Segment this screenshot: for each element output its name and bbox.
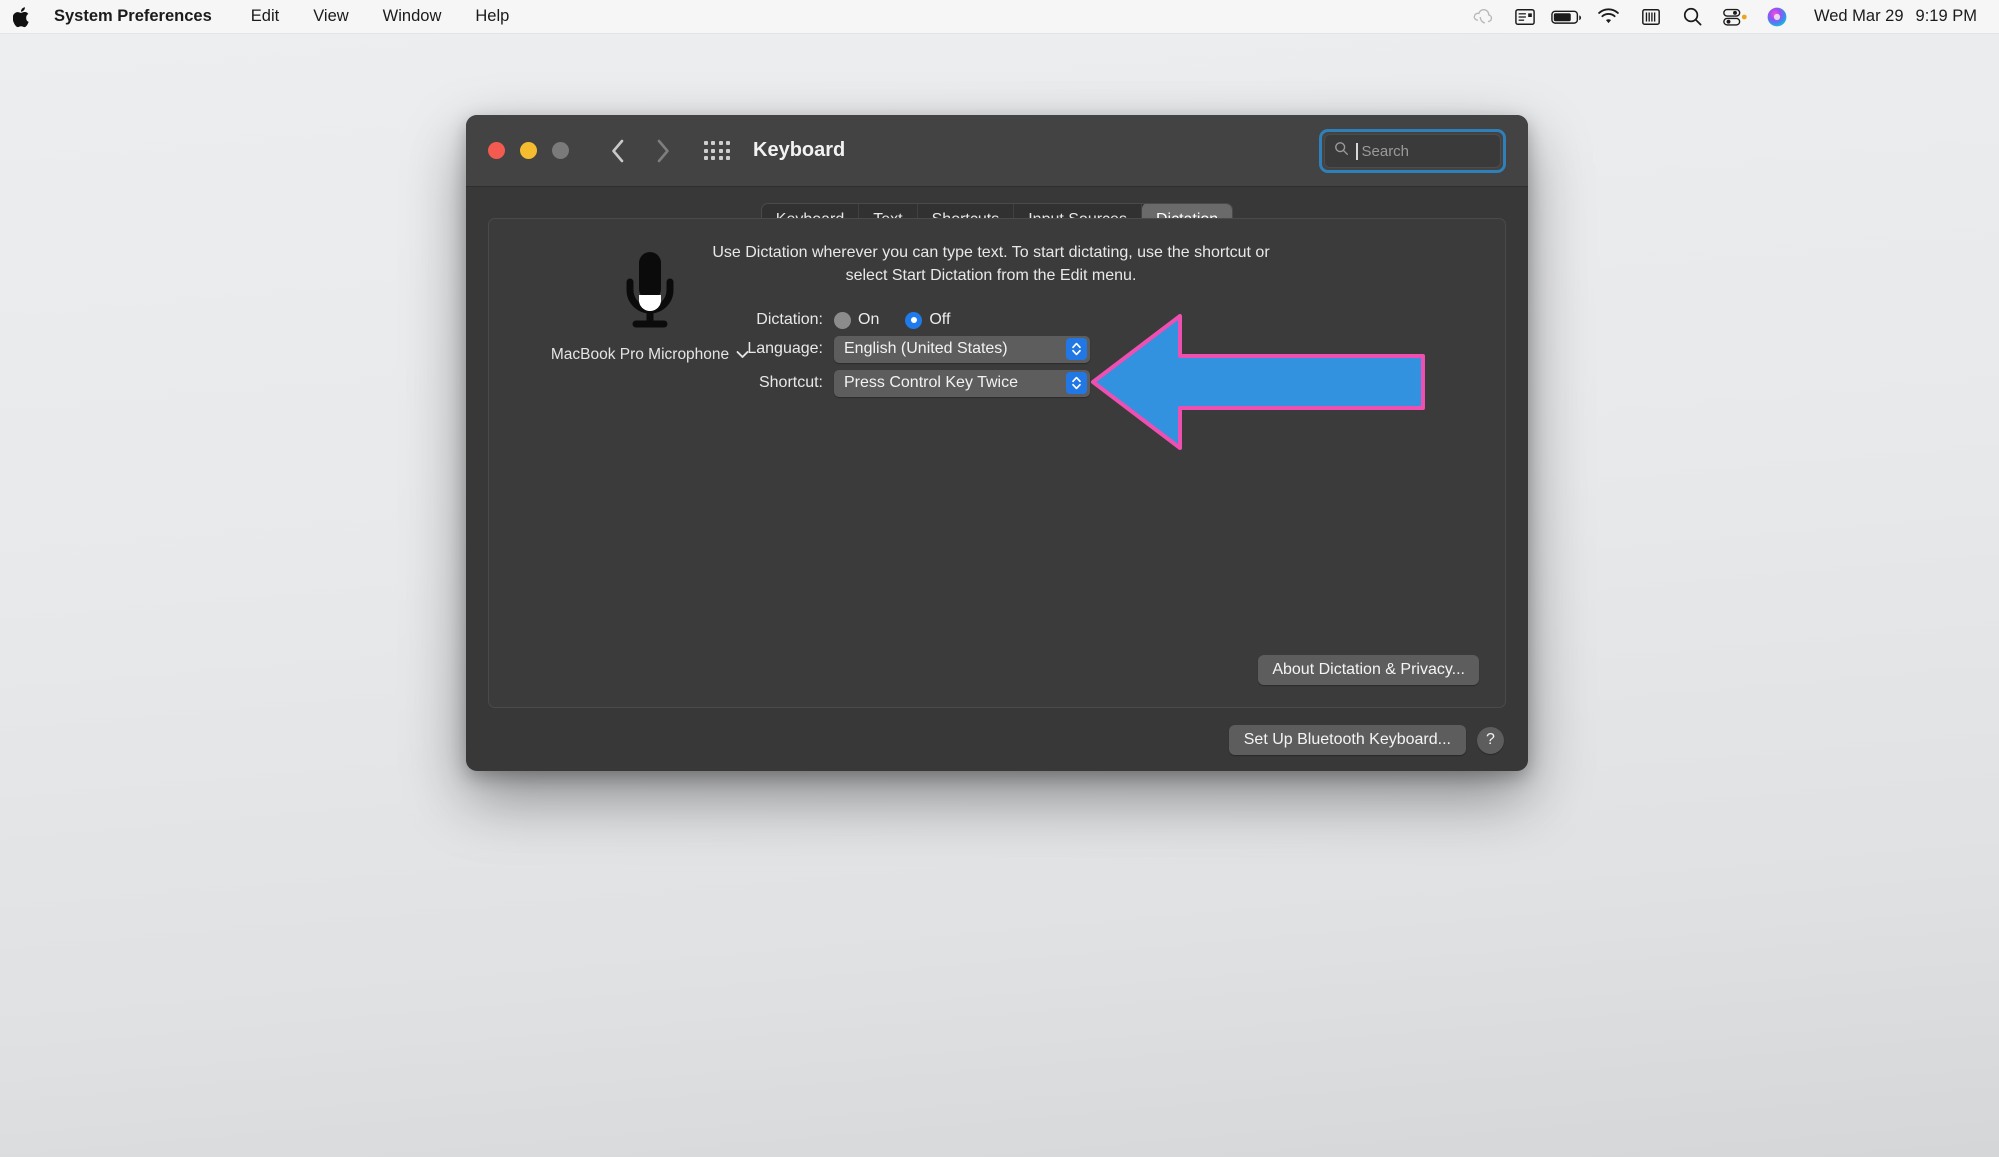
- window-toolbar: Keyboard Search: [466, 115, 1528, 187]
- window-bottom-bar: Set Up Bluetooth Keyboard... ?: [1228, 725, 1504, 755]
- chevron-right-icon[interactable]: [643, 132, 681, 170]
- equalizer-icon[interactable]: [1632, 0, 1670, 34]
- menu-bar-clock[interactable]: Wed Mar 29 9:19 PM: [1800, 7, 1977, 26]
- radio-dot-selected: [905, 311, 923, 329]
- menu-item-system-preferences[interactable]: System Preferences: [44, 0, 234, 34]
- shortcut-row: Shortcut: Press Control Key Twice: [689, 369, 1090, 397]
- search-input[interactable]: Search: [1324, 134, 1501, 168]
- dictation-label: Dictation:: [756, 311, 823, 328]
- menu-bar: System Preferences Edit View Window Help: [0, 0, 1999, 34]
- traffic-light-buttons: [466, 142, 569, 159]
- page-title: Keyboard: [753, 139, 846, 161]
- search-icon: [1334, 141, 1349, 161]
- popup-stepper-arrows-icon: [1066, 338, 1087, 360]
- radio-dictation-on[interactable]: On: [834, 311, 879, 329]
- system-preferences-window: Keyboard Search Keyboard Text Shortcuts …: [466, 115, 1528, 771]
- news-widget-icon[interactable]: [1506, 0, 1544, 34]
- menu-item-edit[interactable]: Edit: [234, 0, 296, 34]
- close-button[interactable]: [488, 142, 505, 159]
- search-placeholder: Search: [1361, 142, 1410, 160]
- wifi-icon[interactable]: [1590, 0, 1628, 34]
- creative-cloud-icon[interactable]: [1464, 0, 1502, 34]
- language-popup-button[interactable]: English (United States): [834, 335, 1090, 363]
- dictation-panel: MacBook Pro Microphone Use Dictation whe…: [488, 218, 1506, 708]
- radio-dictation-off[interactable]: Off: [905, 311, 950, 329]
- shortcut-label: Shortcut:: [758, 374, 823, 391]
- menu-bar-date: Wed Mar 29: [1813, 7, 1904, 25]
- apple-logo-icon[interactable]: [0, 0, 44, 34]
- set-up-bluetooth-keyboard-button[interactable]: Set Up Bluetooth Keyboard...: [1228, 725, 1466, 755]
- radio-off-label: Off: [929, 311, 951, 328]
- menu-bar-time: 9:19 PM: [1915, 7, 1977, 25]
- menu-item-view[interactable]: View: [296, 0, 365, 34]
- dictation-radio-group: On Off: [834, 311, 950, 329]
- show-all-grid-icon[interactable]: [697, 132, 737, 170]
- menu-item-help[interactable]: Help: [458, 0, 526, 34]
- help-button[interactable]: ?: [1477, 726, 1504, 754]
- control-center-icon[interactable]: [1716, 0, 1754, 34]
- shortcut-value: Press Control Key Twice: [844, 374, 1018, 391]
- zoom-button[interactable]: [552, 142, 569, 159]
- menu-bar-status-area: Wed Mar 29 9:19 PM: [1464, 0, 1999, 34]
- siri-icon[interactable]: [1758, 0, 1796, 34]
- language-row: Language: English (United States): [689, 335, 1090, 363]
- language-label: Language:: [747, 340, 823, 357]
- minimize-button[interactable]: [520, 142, 537, 159]
- popup-stepper-arrows-icon: [1066, 372, 1087, 394]
- chevron-left-icon[interactable]: [599, 132, 637, 170]
- search-field-focus-ring: Search: [1319, 129, 1506, 173]
- microphone-icon: [617, 249, 683, 338]
- about-dictation-privacy-button[interactable]: About Dictation & Privacy...: [1258, 655, 1479, 685]
- shortcut-popup-button[interactable]: Press Control Key Twice: [834, 369, 1090, 397]
- dictation-toggle-row: Dictation: On Off: [689, 307, 950, 333]
- language-value: English (United States): [844, 340, 1008, 357]
- spotlight-search-icon[interactable]: [1674, 0, 1712, 34]
- radio-dot-off-state: [834, 311, 851, 329]
- menu-bar-left: System Preferences Edit View Window Help: [0, 0, 526, 34]
- battery-icon[interactable]: [1548, 0, 1586, 34]
- dictation-description: Use Dictation wherever you can type text…: [712, 244, 1270, 285]
- radio-on-label: On: [858, 311, 880, 328]
- navigation-buttons: [599, 132, 681, 170]
- text-caret: [1356, 142, 1358, 160]
- menu-item-window[interactable]: Window: [366, 0, 459, 34]
